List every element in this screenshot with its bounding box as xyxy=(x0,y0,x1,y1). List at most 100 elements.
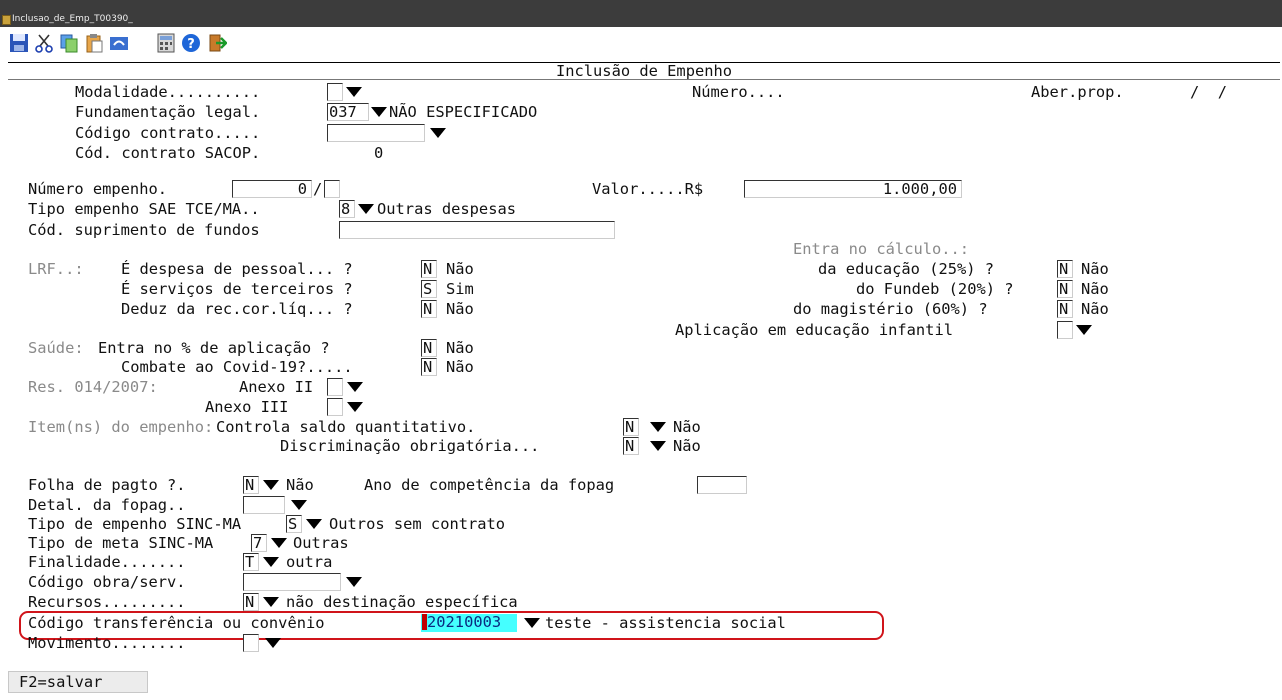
fundamentacao-desc: NÃO ESPECIFICADO xyxy=(389,103,538,121)
help-icon[interactable]: ? xyxy=(180,32,202,54)
recursos-dropdown-icon[interactable] xyxy=(261,593,280,611)
tipo-empenho-sae-field[interactable]: 8 xyxy=(339,200,355,218)
movimento-label: Movimento........ xyxy=(28,634,186,652)
covid-desc: Não xyxy=(446,358,474,376)
saude-aplicacao-field[interactable]: N xyxy=(421,339,437,357)
tipo-empenho-sinc-dropdown-icon[interactable] xyxy=(304,515,323,533)
tipo-meta-sinc-field[interactable]: 7 xyxy=(251,534,267,552)
fundamentacao-dropdown-icon[interactable] xyxy=(369,103,388,121)
fundamentacao-field[interactable]: 037 xyxy=(327,103,369,121)
discriminacao-dropdown-icon[interactable] xyxy=(648,437,667,455)
window-titlebar: Inclusao_de_Emp_T00390_ xyxy=(0,0,1282,27)
recursos-label: Recursos......... xyxy=(28,593,186,611)
transferencia-dropdown-icon[interactable] xyxy=(522,614,541,632)
numero-label: Número.... xyxy=(692,83,785,101)
educacao-field[interactable]: N xyxy=(1057,260,1073,278)
movimento-field[interactable] xyxy=(243,634,259,652)
save-icon[interactable] xyxy=(8,32,30,54)
educacao-infantil-field[interactable] xyxy=(1057,321,1073,339)
detal-fopag-field[interactable] xyxy=(243,496,285,514)
tipo-empenho-sae-desc: Outras despesas xyxy=(377,200,516,218)
valor-field[interactable]: 1.000,00 xyxy=(744,180,962,198)
fundeb-field[interactable]: N xyxy=(1057,280,1073,298)
folha-field[interactable]: N xyxy=(243,476,259,494)
anexo2-label: Anexo II xyxy=(239,378,314,396)
tipo-empenho-sae-dropdown-icon[interactable] xyxy=(356,200,375,218)
tipo-empenho-sinc-desc: Outros sem contrato xyxy=(329,515,506,533)
codigo-obra-label: Código obra/serv. xyxy=(28,573,186,591)
modalidade-field[interactable] xyxy=(327,83,343,101)
detal-fopag-dropdown-icon[interactable] xyxy=(289,496,308,514)
numero-empenho-separator: / xyxy=(313,180,323,198)
anexo3-field[interactable] xyxy=(327,398,343,416)
controla-saldo-desc: Não xyxy=(673,418,701,436)
aber-prop-date[interactable]: / / xyxy=(1190,83,1227,101)
calculator-icon[interactable] xyxy=(155,32,177,54)
detal-fopag-label: Detal. da fopag.. xyxy=(28,496,186,514)
lrf-prefix: LRF..: xyxy=(28,260,84,278)
cod-suprimento-label: Cód. suprimento de fundos xyxy=(28,221,260,239)
page-title: Inclusão de Empenho xyxy=(555,62,733,80)
undo-icon[interactable] xyxy=(108,32,130,54)
window-title: Inclusao_de_Emp_T00390_ xyxy=(12,14,133,24)
despesa-pessoal-field[interactable]: N xyxy=(421,260,437,278)
svg-text:?: ? xyxy=(187,37,195,52)
magisterio-field[interactable]: N xyxy=(1057,300,1073,318)
tipo-meta-sinc-label: Tipo de meta SINC-MA xyxy=(28,534,214,552)
codigo-contrato-dropdown-icon[interactable] xyxy=(428,124,447,142)
fundeb-desc: Não xyxy=(1081,280,1109,298)
controla-saldo-label: Controla saldo quantitativo. xyxy=(216,418,476,436)
discriminacao-label: Discriminação obrigatória... xyxy=(280,437,540,455)
cut-icon[interactable] xyxy=(33,32,55,54)
magisterio-desc: Não xyxy=(1081,300,1109,318)
finalidade-dropdown-icon[interactable] xyxy=(261,553,280,571)
magisterio-label: do magistério (60%) ? xyxy=(793,300,988,318)
anexo3-dropdown-icon[interactable] xyxy=(345,398,364,416)
transferencia-label: Código transferência ou convênio xyxy=(28,614,325,632)
finalidade-desc: outra xyxy=(286,553,333,571)
recursos-field[interactable]: N xyxy=(243,593,259,611)
anexo3-label: Anexo III xyxy=(205,398,289,416)
codigo-contrato-field[interactable] xyxy=(327,124,425,142)
numero-empenho-suffix-field[interactable] xyxy=(324,180,340,198)
transferencia-field[interactable]: 20210003 xyxy=(421,614,517,632)
controla-saldo-dropdown-icon[interactable] xyxy=(648,418,667,436)
codigo-obra-dropdown-icon[interactable] xyxy=(344,573,363,591)
toolbar: ? xyxy=(0,27,1282,60)
discriminacao-field[interactable]: N xyxy=(623,437,639,455)
folha-dropdown-icon[interactable] xyxy=(261,476,280,494)
servicos-terceiros-label: É serviços de terceiros ? xyxy=(121,280,353,298)
cod-contrato-sacop-value: 0 xyxy=(374,144,384,162)
modalidade-dropdown-icon[interactable] xyxy=(344,83,363,101)
folha-label: Folha de pagto ?. xyxy=(28,476,186,494)
controla-saldo-field[interactable]: N xyxy=(623,418,639,436)
codigo-obra-field[interactable] xyxy=(243,573,341,591)
exit-icon[interactable] xyxy=(206,32,228,54)
codigo-contrato-label: Código contrato..... xyxy=(75,124,261,142)
finalidade-field[interactable]: T xyxy=(243,553,259,571)
itens-prefix: Item(ns) do empenho: xyxy=(28,418,214,436)
cod-suprimento-field[interactable] xyxy=(339,221,615,239)
tipo-meta-sinc-dropdown-icon[interactable] xyxy=(269,534,288,552)
deduz-rec-desc: Não xyxy=(446,300,474,318)
save-button[interactable]: F2=salvar xyxy=(8,671,148,693)
covid-field[interactable]: N xyxy=(421,358,437,376)
copy-icon[interactable] xyxy=(58,32,80,54)
servicos-terceiros-desc: Sim xyxy=(446,280,474,298)
deduz-rec-label: Deduz da rec.cor.líq... ? xyxy=(121,300,353,318)
movimento-dropdown-icon[interactable] xyxy=(263,634,282,652)
saude-prefix: Saúde: xyxy=(28,339,84,357)
transferencia-value: 20210003 xyxy=(427,613,502,631)
educacao-infantil-dropdown-icon[interactable] xyxy=(1074,321,1093,339)
transferencia-desc: teste - assistencia social xyxy=(545,614,786,632)
servicos-terceiros-field[interactable]: S xyxy=(421,280,437,298)
paste-icon[interactable] xyxy=(83,32,105,54)
ano-competencia-label: Ano de competência da fopag xyxy=(364,476,615,494)
form-header: Inclusão de Empenho xyxy=(8,62,1280,80)
ano-competencia-field[interactable] xyxy=(697,476,747,494)
anexo2-dropdown-icon[interactable] xyxy=(345,378,364,396)
numero-empenho-field[interactable]: 0 xyxy=(232,180,312,198)
tipo-empenho-sinc-field[interactable]: S xyxy=(286,515,302,533)
deduz-rec-field[interactable]: N xyxy=(421,300,437,318)
anexo2-field[interactable] xyxy=(327,378,343,396)
